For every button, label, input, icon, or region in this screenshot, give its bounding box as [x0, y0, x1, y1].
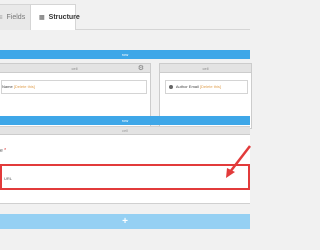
author-email-label: Author Email — [175, 84, 199, 89]
required-field-label: e — [0, 148, 3, 154]
row-content: cell e * URL — [0, 126, 250, 204]
delete-link[interactable]: [Delete this] — [14, 84, 35, 89]
structure-icon: ▦ — [39, 15, 45, 21]
fields-icon: ≡ — [0, 14, 3, 21]
delete-link[interactable]: [Delete this] — [200, 84, 221, 89]
tab-bar: ≡ Fields ▦ Structure — [0, 0, 250, 30]
cell-header[interactable]: cell — [160, 64, 251, 73]
person-icon — [169, 84, 173, 89]
gear-icon[interactable]: ⚙ — [138, 65, 144, 72]
highlighted-field[interactable]: URL — [0, 164, 250, 190]
tab-structure-label: Structure — [48, 14, 80, 21]
highlighted-field-label: URL — [4, 176, 13, 181]
cell-header-label: cell — [202, 66, 209, 71]
name-field[interactable]: Name [Delete this] — [1, 80, 147, 94]
tab-fields[interactable]: ≡ Fields — [0, 4, 32, 30]
tab-structure[interactable]: ▦ Structure — [30, 4, 80, 30]
tab-fields-label: Fields — [6, 14, 26, 21]
cell-header[interactable]: cell ⚙ — [0, 64, 150, 73]
required-field[interactable]: e * — [0, 145, 250, 157]
required-mark: * — [4, 148, 7, 154]
cell-header-label: cell — [71, 66, 78, 71]
row-bar[interactable]: row — [0, 50, 250, 59]
cell-header[interactable]: cell — [0, 127, 250, 135]
author-email-field[interactable]: Author Email [Delete this] — [165, 80, 248, 94]
add-row-button[interactable]: + — [0, 214, 250, 229]
row-bar[interactable]: row — [0, 116, 250, 125]
name-field-label: Name — [2, 84, 13, 89]
structure-canvas: row cell ⚙ Name [Delete this] cell Autho… — [0, 30, 252, 250]
